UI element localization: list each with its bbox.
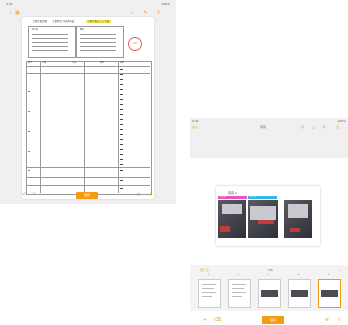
doc-row-label: 確認 — [80, 29, 85, 31]
battery-indicator: 100% — [337, 119, 346, 123]
tag-label: 施工後 — [248, 196, 277, 199]
list-icon[interactable]: ≡ — [136, 192, 141, 198]
undo-icon[interactable]: ↶ — [22, 192, 27, 198]
page-thumbnail-selected[interactable] — [318, 279, 341, 308]
status-time: 9:41 — [6, 2, 13, 6]
add-icon[interactable]: + — [202, 317, 208, 323]
doc-highlight: 工事写真チェック表 — [86, 20, 111, 23]
trash-icon[interactable]: ⌫ — [214, 317, 221, 323]
grid-icon[interactable]: ▦ — [15, 11, 20, 16]
share-icon[interactable]: ⇪ — [335, 126, 340, 131]
page-thumbnail[interactable] — [288, 279, 311, 308]
save-button[interactable]: 保存 — [76, 192, 98, 199]
page-thumbnail[interactable] — [258, 279, 281, 308]
redo-icon[interactable]: ↷ — [32, 192, 37, 198]
share-icon[interactable]: ⇪ — [336, 317, 342, 323]
page-number: 2 — [237, 274, 240, 276]
photo-page-card[interactable]: 写真 1 施工前 施工後 — [216, 186, 320, 246]
page-thumbnail[interactable] — [198, 279, 221, 308]
page-number: 4 — [297, 274, 300, 276]
status-time: 9:41 — [192, 119, 199, 123]
doc-header-left: 工事写真台帳 — [32, 20, 48, 23]
card-title: 写真 1 — [228, 191, 237, 195]
left-tablet-screen: 9:41 100% ‹ ▦ ⌕ ✎ ⇪ 工事写真台帳 工事件名 令和3年度 工事… — [0, 0, 176, 204]
photo-thumbnail[interactable] — [218, 200, 246, 238]
page-number: 3 — [267, 274, 270, 276]
tag-label: 施工前 — [218, 196, 247, 199]
add-icon[interactable]: + — [148, 192, 153, 198]
add-page-button[interactable]: + — [338, 268, 341, 272]
table-header: 工種 — [42, 62, 47, 64]
edit-icon[interactable]: ✎ — [322, 126, 327, 131]
doc-header-right: 工事件名 令和3年度 — [52, 20, 75, 23]
pen-icon[interactable]: ✐ — [300, 126, 305, 131]
edit-icon[interactable]: ✎ — [143, 11, 148, 16]
page-indicator: 1/5 — [268, 268, 273, 272]
list-icon[interactable]: ≡ — [324, 317, 330, 323]
search-icon[interactable]: ⌕ — [130, 11, 135, 16]
document-page: 工事写真台帳 工事件名 令和3年度 工事写真チェック表 施工者 確認 承認 番号… — [22, 17, 154, 199]
table-header: 確認 — [100, 62, 105, 64]
share-icon[interactable]: ⇪ — [156, 11, 161, 16]
photo-thumbnail[interactable] — [248, 200, 278, 238]
table-header: 番号 — [28, 62, 33, 64]
toolbar: 戻る 写真 ✐ ⌕ ✎ ⇪ — [190, 124, 348, 132]
back-icon[interactable]: ‹ — [8, 11, 13, 16]
toolbar-title: 写真 — [260, 125, 267, 129]
doc-row-label: 施工者 — [32, 29, 39, 31]
photo-thumbnail[interactable] — [284, 200, 312, 238]
right-tablet-screen: 9:41 100% 戻る 写真 ✐ ⌕ ✎ ⇪ 写真 1 施工前 施工後 閉じる… — [190, 118, 348, 325]
table-header: 写真 — [72, 62, 77, 64]
battery-indicator: 100% — [161, 2, 170, 6]
page-number: 1 — [207, 274, 210, 276]
doc-table — [26, 61, 152, 195]
close-button[interactable]: 閉じる — [200, 268, 209, 272]
page-thumbnail[interactable] — [228, 279, 251, 308]
status-bar: 9:41 100% — [6, 2, 170, 8]
back-button[interactable]: 戻る — [192, 125, 198, 129]
save-button[interactable]: 保存 — [262, 316, 284, 324]
table-header: 摘要 — [120, 62, 125, 64]
page-number: 5 — [327, 274, 330, 276]
search-icon[interactable]: ⌕ — [311, 126, 316, 131]
approval-stamp: 承認 — [128, 37, 142, 51]
